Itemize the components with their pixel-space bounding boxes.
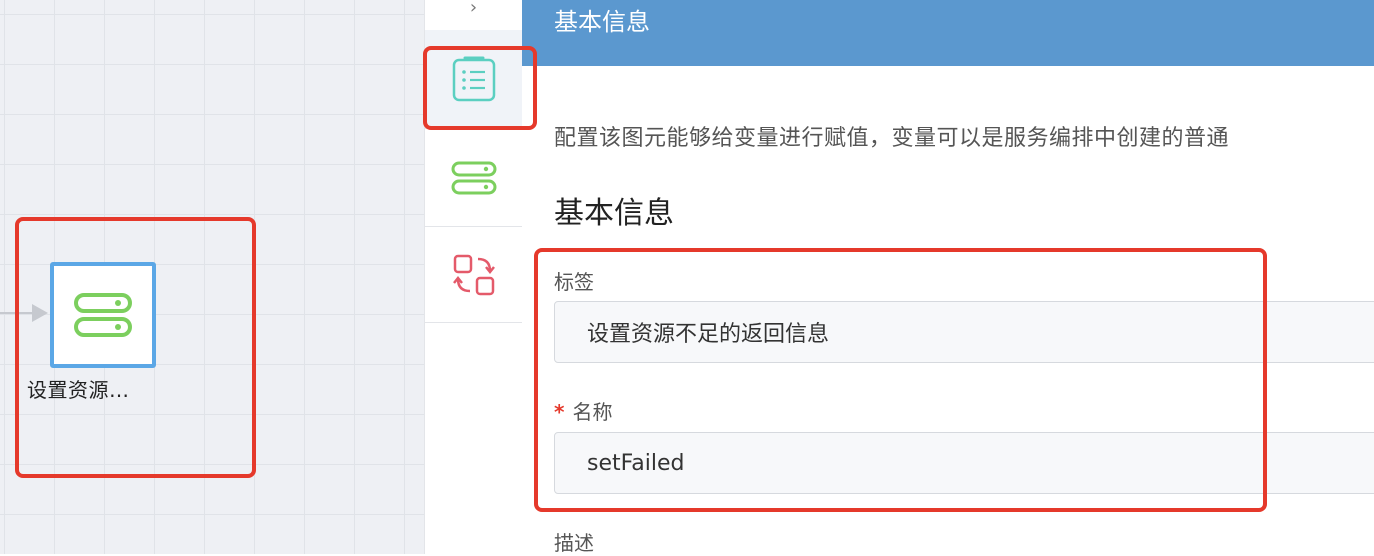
incoming-edge (0, 312, 32, 314)
flow-canvas[interactable]: 设置资源… (0, 0, 424, 554)
properties-panel: 基本信息 配置该图元能够给变量进行赋值，变量可以是服务编排中创建的普通 基本信息… (522, 0, 1374, 555)
tag-input[interactable] (554, 301, 1374, 363)
collapse-button[interactable]: › (425, 0, 522, 31)
tab-assign-variable[interactable] (425, 129, 522, 227)
assign-variable-icon (74, 293, 132, 337)
tab-exchange[interactable] (425, 227, 522, 323)
name-input[interactable] (554, 432, 1374, 494)
description-field-label: 描述 (554, 531, 594, 555)
required-mark: * (554, 400, 565, 424)
property-tab-strip: › (424, 0, 523, 554)
chevron-right-icon: › (469, 0, 478, 18)
node-label: 设置资源… (27, 378, 130, 402)
tag-field-label: 标签 (554, 270, 594, 294)
assign-node[interactable] (50, 262, 156, 368)
assign-variable-icon (451, 161, 496, 194)
clipboard-list-icon (452, 56, 495, 102)
name-field-label: * 名称 (554, 396, 612, 425)
exchange-icon (452, 254, 495, 295)
edge-arrowhead (32, 304, 48, 322)
name-field-label-text: 名称 (572, 400, 613, 424)
section-title: 基本信息 (554, 196, 674, 231)
panel-description: 配置该图元能够给变量进行赋值，变量可以是服务编排中创建的普通 (554, 126, 1230, 151)
panel-header: 基本信息 (522, 0, 1374, 66)
tab-basic-info[interactable] (425, 30, 522, 129)
